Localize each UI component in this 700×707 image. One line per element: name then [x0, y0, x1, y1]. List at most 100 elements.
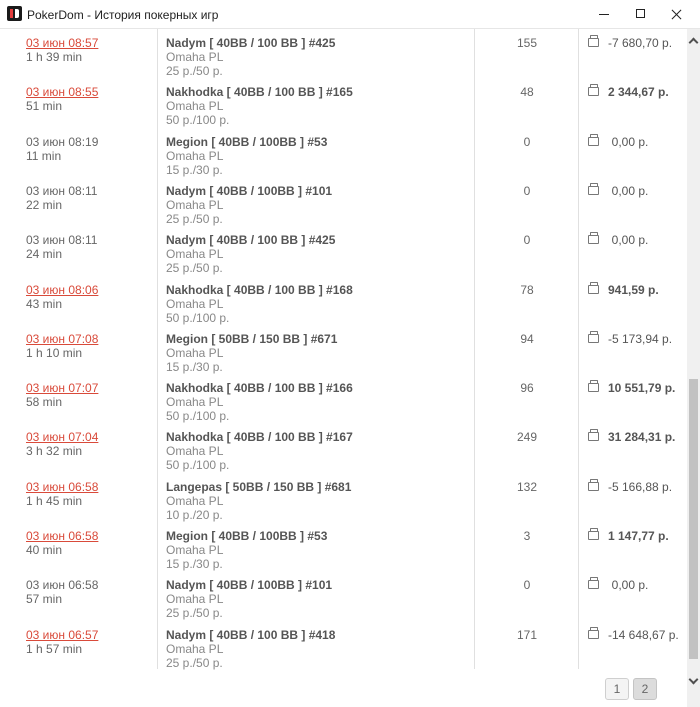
game-date-link[interactable]: 03 июн 08:57	[26, 36, 98, 50]
window-title: PokerDom - История покерных игр	[27, 8, 219, 22]
game-type: Omaha PL	[166, 592, 224, 607]
game-result: -7 680,70 р.	[608, 36, 673, 50]
game-row: 03 июн 07:04 3 h 32 min Nakhodka [ 40BB / …	[0, 427, 687, 476]
game-row: 03 июн 07:07 58 min Nakhodka [ 40BB / 100 …	[0, 378, 687, 427]
game-date-link[interactable]: 03 июн 07:04	[26, 430, 98, 444]
game-row: 03 июн 08:06 43 min Nakhodka [ 40BB / 100 …	[0, 280, 687, 329]
game-history-list: 03 июн 08:57 1 h 39 min Nadym [ 40BB / 100…	[0, 29, 687, 670]
hands-count: 132	[516, 479, 538, 494]
stakes: 15 р./30 р.	[166, 557, 223, 571]
wallet-icon	[588, 84, 599, 97]
game-result: 941,59 р.	[608, 282, 659, 297]
wallet-icon	[588, 182, 599, 195]
game-type: Omaha PL	[166, 444, 224, 459]
vertical-scrollbar[interactable]	[687, 29, 700, 707]
stakes: 50 р./100 р.	[166, 113, 230, 128]
stakes: 50 р./100 р.	[166, 458, 230, 473]
stakes: 50 р./100 р.	[166, 310, 230, 325]
game-type: Omaha PL	[166, 296, 224, 311]
close-button[interactable]	[654, 0, 699, 29]
table-name: Nadym [ 40BB / 100 BB ] #418	[166, 627, 336, 642]
game-result: 2 344,67 р.	[608, 85, 669, 100]
game-duration: 3 h 32 min	[26, 444, 83, 459]
stakes: 25 р./50 р.	[166, 606, 223, 621]
wallet-icon	[588, 35, 599, 47]
table-name: Nadym [ 40BB / 100 BB ] #425	[166, 233, 336, 248]
hands-count: 3	[523, 529, 531, 543]
game-row: 03 июн 08:11 24 min Nadym [ 40BB / 100 BB …	[0, 230, 687, 279]
game-date: 03 июн 08:19	[26, 134, 99, 149]
game-duration: 11 min	[26, 148, 62, 163]
game-date-link[interactable]: 03 июн 08:55	[26, 85, 98, 99]
table-name: Nakhodka [ 40BB / 100 BB ] #166	[166, 381, 353, 396]
wallet-icon	[588, 478, 599, 491]
stakes: 15 р./30 р.	[166, 162, 223, 177]
game-result: 31 284,31 р.	[608, 430, 676, 445]
hands-count: 155	[516, 36, 538, 50]
game-date-link[interactable]: 03 июн 07:07	[26, 381, 98, 395]
game-date: 03 июн 08:11	[26, 233, 98, 248]
table-name: Nadym [ 40BB / 100 BB ] #425	[166, 36, 336, 50]
hands-count: 249	[516, 430, 538, 445]
hands-count: 48	[520, 85, 534, 100]
page-button-1[interactable]: 1	[605, 678, 629, 700]
wallet-icon	[588, 626, 599, 639]
hands-count: 78	[520, 282, 534, 297]
game-duration: 22 min	[26, 197, 63, 212]
game-duration: 1 h 39 min	[26, 50, 83, 64]
wallet-icon	[588, 281, 599, 294]
wallet-icon	[588, 380, 599, 393]
game-duration: 57 min	[26, 592, 63, 607]
stakes: 25 р./50 р.	[166, 655, 223, 670]
stakes: 50 р./100 р.	[166, 409, 230, 424]
game-date: 03 июн 08:11	[26, 183, 98, 198]
game-row: 03 июн 07:08 1 h 10 min Megion [ 50BB / 15…	[0, 329, 687, 378]
hands-count: 0	[523, 578, 531, 593]
scroll-up-arrow-icon[interactable]	[689, 37, 698, 46]
game-row: 03 июн 06:58 40 min Megion [ 40BB / 100BB …	[0, 526, 687, 575]
game-row: 03 июн 08:19 11 min Megion [ 40BB / 100BB …	[0, 132, 687, 181]
table-name: Nakhodka [ 40BB / 100 BB ] #167	[166, 430, 353, 445]
game-result: 0,00 р.	[611, 183, 649, 198]
game-date-link[interactable]: 03 июн 06:58	[26, 480, 98, 494]
game-type: Omaha PL	[166, 345, 224, 360]
table-name: Nakhodka [ 40BB / 100 BB ] #168	[166, 282, 353, 297]
game-date-link[interactable]: 03 июн 06:58	[26, 529, 98, 543]
stakes: 10 р./20 р.	[166, 507, 223, 522]
game-result: -5 173,94 р.	[608, 331, 673, 346]
game-type: Omaha PL	[166, 493, 224, 508]
wallet-icon	[588, 528, 599, 540]
game-type: Omaha PL	[166, 99, 224, 114]
table-name: Langepas [ 50BB / 150 BB ] #681	[166, 479, 352, 494]
game-duration: 43 min	[26, 296, 63, 311]
title-bar: PokerDom - История покерных игр	[0, 0, 700, 29]
scrollbar-thumb[interactable]	[689, 379, 698, 659]
game-duration: 24 min	[26, 247, 63, 262]
game-date-link[interactable]: 03 июн 07:08	[26, 332, 98, 346]
game-duration: 1 h 57 min	[26, 641, 83, 656]
scroll-down-arrow-icon[interactable]	[689, 676, 698, 685]
page-button-2[interactable]: 2	[633, 678, 657, 700]
game-duration: 40 min	[26, 543, 63, 557]
game-type: Omaha PL	[166, 641, 224, 656]
stakes: 25 р./50 р.	[166, 211, 223, 226]
wallet-icon	[588, 133, 599, 146]
game-date-link[interactable]: 03 июн 06:57	[26, 628, 98, 642]
game-date-link[interactable]: 03 июн 08:06	[26, 283, 98, 297]
game-type: Omaha PL	[166, 247, 224, 262]
hands-count: 0	[523, 134, 531, 149]
game-type: Omaha PL	[166, 543, 224, 557]
wallet-icon	[588, 232, 599, 245]
stakes: 15 р./30 р.	[166, 359, 223, 374]
stakes: 25 р./50 р.	[166, 261, 223, 276]
table-name: Nadym [ 40BB / 100BB ] #101	[166, 578, 333, 593]
game-duration: 1 h 10 min	[26, 345, 83, 360]
game-result: 0,00 р.	[611, 134, 649, 149]
game-row: 03 июн 06:57 1 h 57 min Nadym [ 40BB / 100…	[0, 625, 687, 674]
pokerdom-logo-icon	[7, 6, 22, 21]
game-type: Omaha PL	[166, 148, 224, 163]
game-row: 03 июн 08:55 51 min Nakhodka [ 40BB / 100 …	[0, 82, 687, 131]
game-row: 03 июн 08:57 1 h 39 min Nadym [ 40BB / 100…	[0, 33, 687, 82]
game-row: 03 июн 06:58 1 h 45 min Langepas [ 50BB / …	[0, 477, 687, 526]
table-name: Megion [ 40BB / 100BB ] #53	[166, 134, 328, 149]
